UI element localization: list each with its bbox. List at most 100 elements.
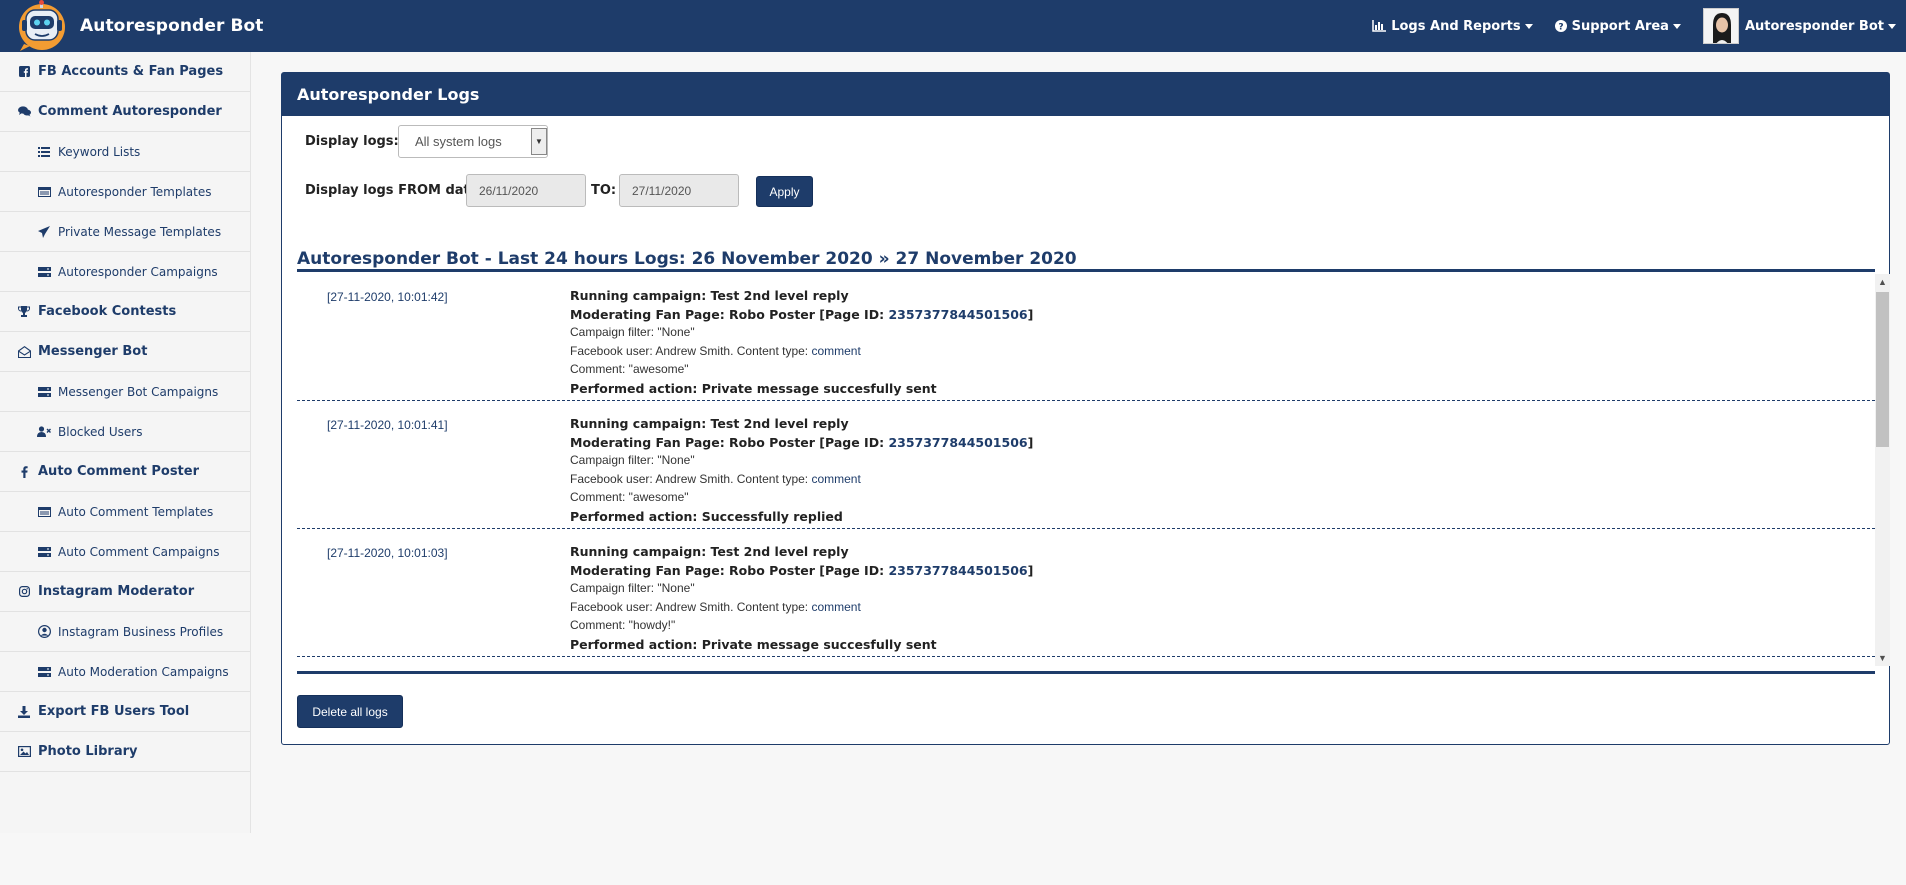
logs-scrollbar[interactable]: ▲ ▼: [1875, 274, 1890, 666]
log-content-type[interactable]: comment: [811, 600, 860, 614]
sidebar-item-messenger-bot-campaigns[interactable]: Messenger Bot Campaigns: [0, 372, 250, 412]
sidebar-item-label: Auto Comment Templates: [58, 504, 214, 519]
sidebar-item-instagram-business-profiles[interactable]: Instagram Business Profiles: [0, 612, 250, 652]
log-filter: Campaign filter: "None": [570, 325, 695, 339]
footer: [0, 833, 1906, 885]
log-user-text: Facebook user: Andrew Smith. Content typ…: [570, 471, 812, 486]
log-page-prefix: Moderating Fan Page: Robo Poster [Page I…: [570, 434, 889, 450]
sidebar-item-auto-comment-campaigns[interactable]: Auto Comment Campaigns: [0, 532, 250, 572]
scroll-up-icon[interactable]: ▲: [1875, 274, 1890, 290]
sidebar-item-label: Comment Autoresponder: [38, 104, 222, 119]
to-date-input[interactable]: 27/11/2020: [619, 174, 739, 207]
sidebar-item-label: Instagram Business Profiles: [58, 624, 224, 639]
sidebar-item-auto-comment-poster[interactable]: Auto Comment Poster: [0, 452, 250, 492]
divider: [297, 269, 1875, 272]
server-icon: [37, 666, 51, 677]
log-timestamp: [27-11-2020, 10:01:42]: [327, 290, 448, 304]
sidebar-item-label: Private Message Templates: [58, 224, 222, 239]
log-action: Performed action: Private message succes…: [570, 636, 937, 652]
from-date-input[interactable]: 26/11/2020: [466, 174, 586, 207]
from-date-label: Display logs FROM date:: [305, 183, 484, 198]
scroll-thumb[interactable]: [1876, 292, 1889, 447]
user-menu[interactable]: Autoresponder Bot: [1702, 8, 1896, 44]
comments-icon: [17, 106, 31, 117]
sidebar-item-fb-accounts[interactable]: FB Accounts & Fan Pages: [0, 52, 250, 92]
template-icon: [37, 186, 51, 197]
user-name: Autoresponder Bot: [1744, 18, 1884, 34]
log-page-suffix: ]: [1027, 306, 1034, 322]
sidebar-item-private-message-templates[interactable]: Private Message Templates: [0, 212, 250, 252]
log-page-id[interactable]: 2357377844501506: [888, 307, 1027, 322]
caret-down-icon: [1888, 23, 1896, 29]
user-times-icon: [37, 426, 51, 437]
log-entry: [27-11-2020, 10:01:03] Running campaign:…: [297, 530, 1875, 657]
log-comment: Comment: "awesome": [570, 362, 689, 376]
support-area-menu[interactable]: ? Support Area: [1554, 18, 1681, 34]
sidebar-item-export-fb-users[interactable]: Export FB Users Tool: [0, 692, 250, 732]
log-page-prefix: Moderating Fan Page: Robo Poster [Page I…: [570, 562, 889, 578]
logs-title: Autoresponder Bot - Last 24 hours Logs: …: [297, 249, 1077, 269]
sidebar-item-label: Auto Comment Poster: [38, 464, 200, 479]
display-logs-label: Display logs:: [305, 134, 399, 149]
logs-and-reports-menu[interactable]: Logs And Reports: [1372, 18, 1533, 34]
sidebar-item-instagram-moderator[interactable]: Instagram Moderator: [0, 572, 250, 612]
server-icon: [37, 546, 51, 557]
sidebar: FB Accounts & Fan Pages Comment Autoresp…: [0, 52, 251, 833]
sidebar-item-autoresponder-campaigns[interactable]: Autoresponder Campaigns: [0, 252, 250, 292]
sidebar-item-label: Facebook Contests: [38, 304, 177, 319]
sidebar-item-autoresponder-templates[interactable]: Autoresponder Templates: [0, 172, 250, 212]
log-action: Performed action: Successfully replied: [570, 508, 843, 524]
question-circle-icon: ?: [1554, 20, 1567, 33]
sidebar-item-photo-library[interactable]: Photo Library: [0, 732, 250, 772]
download-icon: [17, 705, 31, 718]
log-fan-page: Moderating Fan Page: Robo Poster [Page I…: [570, 435, 1033, 454]
caret-down-icon: [1672, 23, 1681, 29]
sidebar-item-facebook-contests[interactable]: Facebook Contests: [0, 292, 250, 332]
log-fan-page: Moderating Fan Page: Robo Poster [Page I…: [570, 307, 1033, 326]
log-entry: [27-11-2020, 10:01:41] Running campaign:…: [297, 402, 1875, 529]
apply-button[interactable]: Apply: [756, 176, 813, 207]
sidebar-item-blocked-users[interactable]: Blocked Users: [0, 412, 250, 452]
facebook-f-icon: [17, 465, 31, 478]
svg-text:?: ?: [1558, 23, 1563, 33]
log-user: Facebook user: Andrew Smith. Content typ…: [570, 600, 1033, 619]
sidebar-item-keyword-lists[interactable]: Keyword Lists: [0, 132, 250, 172]
scroll-down-icon[interactable]: ▼: [1875, 650, 1890, 666]
log-page-id[interactable]: 2357377844501506: [888, 435, 1027, 450]
sidebar-item-label: Export FB Users Tool: [38, 704, 190, 719]
to-date-value: 27/11/2020: [632, 183, 692, 198]
log-content-type[interactable]: comment: [811, 472, 860, 486]
brand[interactable]: Autoresponder Bot: [16, 0, 264, 52]
log-campaign: Running campaign: Test 2nd level reply: [570, 544, 849, 559]
log-page-suffix: ]: [1027, 562, 1034, 578]
sidebar-item-label: Keyword Lists: [58, 144, 141, 159]
logs-list[interactable]: [27-11-2020, 10:01:42] Running campaign:…: [297, 274, 1890, 666]
facebook-square-icon: [17, 66, 31, 77]
log-comment: Comment: "awesome": [570, 490, 689, 504]
sidebar-item-comment-autoresponder[interactable]: Comment Autoresponder: [0, 92, 250, 132]
sidebar-item-label: Autoresponder Templates: [58, 184, 212, 199]
display-logs-select[interactable]: All system logs ▼: [398, 125, 548, 158]
sidebar-item-label: Auto Moderation Campaigns: [58, 664, 229, 679]
logs-and-reports-label: Logs And Reports: [1391, 18, 1521, 34]
sidebar-item-messenger-bot[interactable]: Messenger Bot: [0, 332, 250, 372]
server-icon: [37, 266, 51, 277]
log-user: Facebook user: Andrew Smith. Content typ…: [570, 344, 1033, 363]
log-content-type[interactable]: comment: [811, 344, 860, 358]
support-area-label: Support Area: [1571, 18, 1669, 34]
image-icon: [17, 746, 31, 757]
user-circle-icon: [37, 625, 51, 638]
delete-all-logs-button[interactable]: Delete all logs: [297, 695, 403, 728]
sidebar-item-auto-moderation-campaigns[interactable]: Auto Moderation Campaigns: [0, 652, 250, 692]
instagram-icon: [17, 586, 31, 597]
log-page-suffix: ]: [1027, 434, 1034, 450]
log-page-id[interactable]: 2357377844501506: [888, 563, 1027, 578]
sidebar-item-auto-comment-templates[interactable]: Auto Comment Templates: [0, 492, 250, 532]
top-navbar: Autoresponder Bot Logs And Reports ? Sup…: [0, 0, 1906, 52]
list-icon: [37, 146, 51, 157]
trophy-icon: [17, 306, 31, 317]
bar-chart-icon: [1372, 20, 1387, 32]
sidebar-item-label: Auto Comment Campaigns: [58, 544, 220, 559]
log-timestamp: [27-11-2020, 10:01:41]: [327, 418, 448, 432]
server-icon: [37, 386, 51, 397]
